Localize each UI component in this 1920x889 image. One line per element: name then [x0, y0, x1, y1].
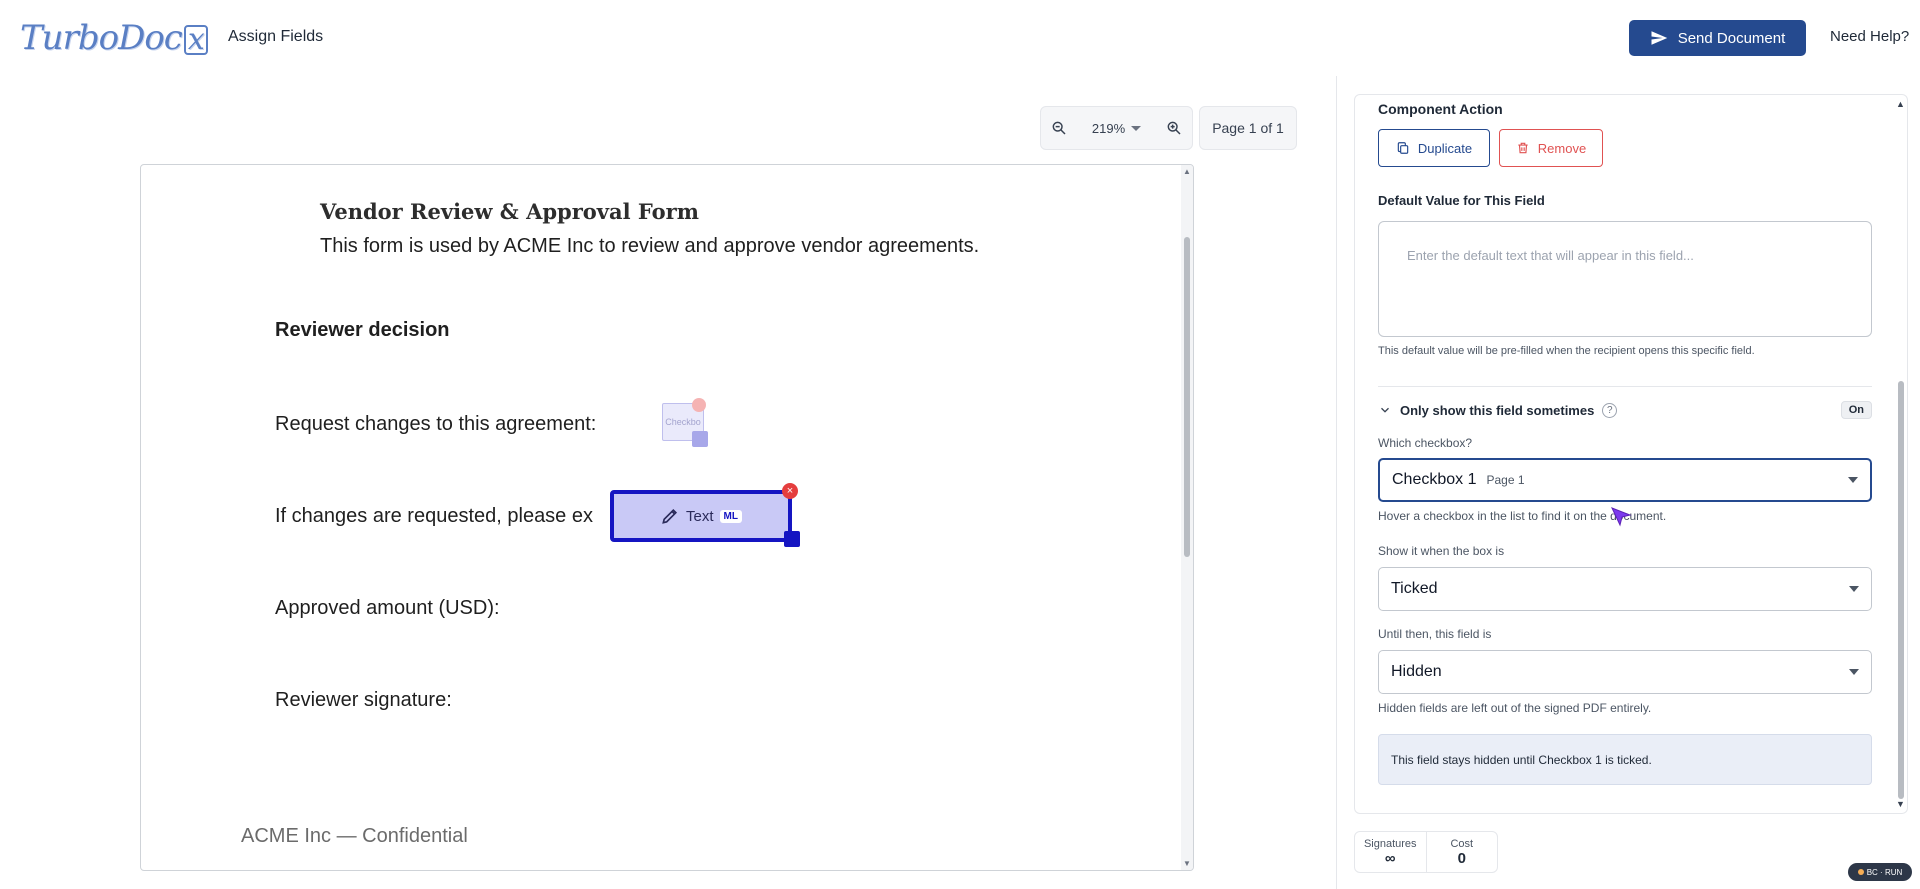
- scroll-thumb[interactable]: [1184, 237, 1190, 557]
- remove-button[interactable]: Remove: [1499, 129, 1603, 167]
- resize-handle-icon[interactable]: [784, 531, 800, 547]
- need-help-link[interactable]: Need Help?: [1830, 28, 1909, 45]
- zoom-in-icon[interactable]: [1166, 120, 1182, 136]
- document-line: Request changes to this agreement:: [275, 413, 597, 435]
- dropdown-arrow-icon: [1849, 586, 1859, 592]
- component-action-label: Component Action: [1378, 101, 1503, 117]
- document-subtitle: This form is used by ACME Inc to review …: [320, 235, 980, 257]
- document-line: Reviewer signature:: [275, 689, 452, 711]
- scroll-thumb[interactable]: [1898, 381, 1904, 799]
- which-checkbox-label: Which checkbox?: [1378, 436, 1473, 450]
- app-header: TurboDoc x Assign Fields Send Document Ne…: [0, 0, 1920, 76]
- help-icon[interactable]: ?: [1602, 402, 1618, 418]
- multiline-badge: ML: [719, 509, 742, 523]
- stats-summary: Signatures ∞ Cost 0: [1354, 831, 1498, 873]
- panel-scrollbar[interactable]: ▲ ▼: [1895, 95, 1907, 813]
- chevron-down-icon: [1381, 407, 1389, 413]
- mouse-cursor-icon: [1611, 507, 1632, 527]
- zoom-level-select[interactable]: 219%: [1092, 121, 1142, 136]
- default-value-input[interactable]: [1378, 221, 1872, 337]
- show-when-select[interactable]: Ticked: [1378, 567, 1872, 611]
- page-indicator: Page 1 of 1: [1199, 106, 1297, 150]
- dropdown-arrow-icon: [1849, 669, 1859, 675]
- until-label: Until then, this field is: [1378, 627, 1492, 641]
- conditional-toggle-badge[interactable]: On: [1840, 401, 1872, 419]
- panel-divider: [1336, 76, 1337, 889]
- zoom-control: 219%: [1040, 106, 1193, 150]
- chevron-down-icon: [1131, 125, 1142, 131]
- status-badge: BC · RUN: [1848, 863, 1912, 881]
- remove-text-field-icon[interactable]: ×: [782, 483, 798, 499]
- send-icon: [1651, 31, 1667, 45]
- zoom-out-icon[interactable]: [1051, 120, 1067, 136]
- turbodocx-logo[interactable]: TurboDoc x: [20, 18, 208, 58]
- status-dot-icon: [1857, 869, 1864, 875]
- scroll-down-icon[interactable]: ▼: [1183, 859, 1191, 868]
- cost-stat: Cost 0: [1425, 832, 1498, 872]
- scroll-up-icon[interactable]: ▲: [1896, 99, 1905, 109]
- document-footer: ACME Inc — Confidential: [241, 825, 468, 847]
- scroll-down-icon[interactable]: ▼: [1896, 799, 1905, 809]
- trash-icon: [1518, 142, 1528, 154]
- section-heading: Reviewer decision: [275, 319, 450, 341]
- signatures-stat: Signatures ∞: [1363, 837, 1417, 867]
- scroll-up-icon[interactable]: ▲: [1183, 167, 1191, 176]
- until-state-select[interactable]: Hidden: [1378, 650, 1872, 694]
- conditional-summary-info: This field stays hidden until Checkbox 1…: [1378, 734, 1872, 785]
- which-checkbox-select[interactable]: Checkbox 1 Page 1: [1378, 458, 1872, 502]
- resize-handle-icon[interactable]: [692, 431, 708, 447]
- pencil-icon: [662, 508, 678, 524]
- default-value-help: This default value will be pre-filled wh…: [1378, 345, 1755, 357]
- text-field-selected[interactable]: Text ML: [610, 490, 792, 542]
- duplicate-button[interactable]: Duplicate: [1378, 129, 1490, 167]
- document-line: Approved amount (USD):: [275, 597, 500, 619]
- document-line: If changes are requested, please ex: [275, 505, 593, 527]
- until-help: Hidden fields are left out of the signed…: [1378, 701, 1652, 715]
- copy-icon: [1397, 142, 1409, 154]
- remove-checkbox-field-icon[interactable]: [692, 398, 706, 412]
- field-settings-panel: Component Action Duplicate Remove Defaul…: [1354, 94, 1908, 814]
- section-divider: [1378, 386, 1872, 387]
- show-when-label: Show it when the box is: [1378, 544, 1505, 558]
- page-title: Assign Fields: [228, 28, 324, 45]
- send-document-button[interactable]: Send Document: [1629, 20, 1806, 56]
- document-canvas[interactable]: Vendor Review & Approval Form This form …: [140, 164, 1194, 871]
- dropdown-arrow-icon: [1848, 477, 1858, 483]
- document-scrollbar[interactable]: ▲ ▼: [1181, 165, 1193, 870]
- conditional-visibility-header[interactable]: Only show this field sometimes ? On: [1378, 399, 1872, 421]
- document-title: Vendor Review & Approval Form: [320, 199, 699, 224]
- default-value-label: Default Value for This Field: [1378, 193, 1545, 208]
